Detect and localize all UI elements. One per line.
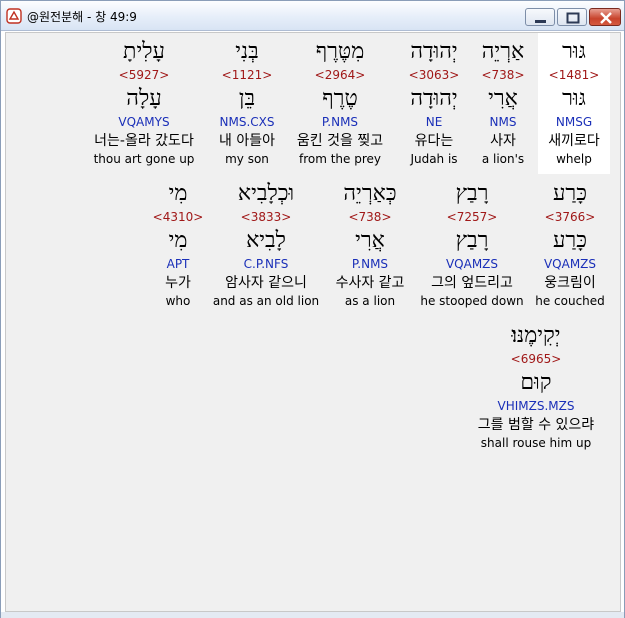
strong-number[interactable]: <3063> [400,68,468,82]
parsing-code[interactable]: NMS [468,115,538,129]
word-cell[interactable]: מִי <4310> מִי APT 누가 who [152,175,204,316]
parsing-code[interactable]: VQAMYS [84,115,204,129]
korean-gloss: 새끼로다 [548,133,600,149]
hebrew-lemma: אֲרִי [488,86,518,111]
english-gloss: thou art gone up [93,152,195,166]
word-cell[interactable]: יְקִימֶנּוּ׃ <6965> קוּם VHIMZS.MZS 그를 범… [462,317,610,458]
hebrew-lemma: כָּרַע [552,228,587,253]
hebrew-surface: מִטֶּרֶף [315,39,365,64]
strong-number[interactable]: <3833> [210,210,322,224]
hebrew-surface: מִי [168,181,188,206]
hebrew-lemma: גּוּר [562,86,586,111]
word-cell[interactable]: כְּאַרְיֵה <738> אֲרִי P.NMS 수사자 같고 as a… [328,175,412,316]
hebrew-surface: עָלִיתָ [123,39,165,64]
hebrew-lemma: אֲרִי [355,228,385,253]
hebrew-surface: בְּנִי [235,39,259,64]
english-gloss: who [165,294,191,308]
english-gloss: my son [225,152,269,166]
english-gloss: from the prey [298,152,382,166]
english-gloss: he couched [535,294,605,308]
korean-gloss: 내 아들아 [219,133,275,149]
korean-gloss: 누가 [165,275,191,291]
english-gloss: a lion's [481,152,525,166]
hebrew-surface: גּוּר [562,39,586,64]
word-cell[interactable]: רָבַץ <7257> רָבַץ VQAMZS 그의 엎드리고 he sto… [420,175,524,316]
word-cell[interactable]: גּוּר <1481> גּוּר NMSG 새끼로다 whelp [538,33,610,174]
app-icon [6,8,22,24]
parsing-code[interactable]: P.NMS [288,115,392,129]
hebrew-lemma: יְהוּדָה [410,86,458,111]
korean-gloss: 수사자 같고 [335,275,405,291]
strong-number[interactable]: <1121> [210,68,284,82]
korean-gloss: 그의 엎드리고 [431,275,513,291]
minimize-button[interactable] [525,8,555,26]
hebrew-lemma: קוּם [520,370,552,395]
word-cell[interactable]: מִטֶּרֶף <2964> טֶרֶף P.NMS 움킨 것을 찢고 fro… [288,33,392,174]
window-title: @원전분해 - 창 49:9 [27,10,137,24]
app-window: @원전분해 - 창 49:9 גּוּר <1481> גּוּר NMSG 새… [0,0,625,618]
hebrew-lemma: טֶרֶף [322,86,358,111]
close-button[interactable] [589,8,621,26]
english-gloss: as a lion [344,294,396,308]
hebrew-lemma: עָלָה [126,86,162,111]
parsing-code[interactable]: NMSG [538,115,610,129]
english-gloss: he stooped down [420,294,524,308]
strong-number[interactable]: <1481> [538,68,610,82]
hebrew-surface: וּכְלָבִיא [237,181,295,206]
korean-gloss: 그를 범할 수 있으랴 [477,417,595,433]
parsing-code[interactable]: P.NMS [328,257,412,271]
word-cell[interactable]: יְהוּדָה <3063> יְהוּדָה NE 유다는 Judah is [400,33,468,174]
korean-gloss: 웅크림이 [544,275,596,291]
parsing-code[interactable]: VQAMZS [420,257,524,271]
english-gloss: whelp [556,152,592,166]
strong-number[interactable]: <4310> [152,210,204,224]
hebrew-surface: יְקִימֶנּוּ׃ [511,323,561,348]
hebrew-lemma: לָבִיא [246,228,286,253]
word-cell[interactable]: כָּרַע <3766> כָּרַע VQAMZS 웅크림이 he couc… [530,175,610,316]
parsing-code[interactable]: NMS.CXS [210,115,284,129]
hebrew-surface: רָבַץ [455,181,489,206]
strong-number[interactable]: <738> [328,210,412,224]
parsing-code[interactable]: C.P.NFS [210,257,322,271]
title-bar[interactable]: @원전분해 - 창 49:9 [1,1,624,31]
korean-gloss: 유다는 [414,133,454,149]
parsing-code[interactable]: NE [400,115,468,129]
korean-gloss: 암사자 같으니 [225,275,307,291]
strong-number[interactable]: <3766> [530,210,610,224]
word-cell[interactable]: אַרְיֵה <738> אֲרִי NMS 사자 a lion's [468,33,538,174]
hebrew-surface: אַרְיֵה [481,39,525,64]
hebrew-lemma: מִי [168,228,188,253]
parsing-code[interactable]: VQAMZS [530,257,610,271]
english-gloss: shall rouse him up [480,436,592,450]
word-cell[interactable]: עָלִיתָ <5927> עָלָה VQAMYS 너는-올라 갔도다 th… [84,33,204,174]
korean-gloss: 사자 [490,133,516,149]
hebrew-surface: יְהוּדָה [410,39,458,64]
word-cell[interactable]: וּכְלָבִיא <3833> לָבִיא C.P.NFS 암사자 같으니… [210,175,322,316]
korean-gloss: 움킨 것을 찢고 [296,133,384,149]
english-gloss: and as an old lion [212,294,320,308]
word-grid: גּוּר <1481> גּוּר NMSG 새끼로다 whelp אַרְי… [5,32,621,612]
hebrew-surface: כָּרַע [552,181,587,206]
window-bottom-edge [1,612,624,618]
hebrew-lemma: בֵּן [238,86,256,111]
word-cell[interactable]: בְּנִי <1121> בֵּן NMS.CXS 내 아들아 my son [210,33,284,174]
parsing-code[interactable]: VHIMZS.MZS [462,399,610,413]
strong-number[interactable]: <738> [468,68,538,82]
strong-number[interactable]: <6965> [462,352,610,366]
korean-gloss: 너는-올라 갔도다 [94,133,194,149]
maximize-button[interactable] [557,8,587,26]
english-gloss: Judah is [410,152,458,166]
strong-number[interactable]: <2964> [288,68,392,82]
hebrew-lemma: רָבַץ [455,228,489,253]
strong-number[interactable]: <5927> [84,68,204,82]
hebrew-surface: כְּאַרְיֵה [343,181,397,206]
parsing-code[interactable]: APT [152,257,204,271]
strong-number[interactable]: <7257> [420,210,524,224]
